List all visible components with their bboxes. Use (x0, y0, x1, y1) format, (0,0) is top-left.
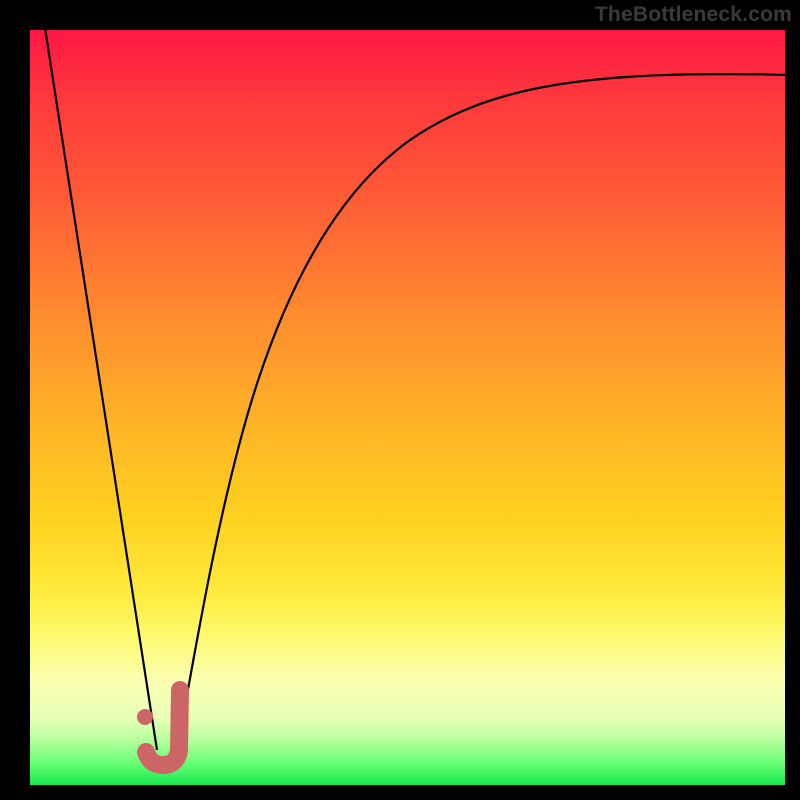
watermark-text: TheBottleneck.com (595, 3, 792, 27)
curve-left-falling (45, 28, 157, 750)
marker-j-stroke (146, 690, 180, 765)
curve-right-rising (175, 74, 790, 763)
chart-svg (30, 30, 785, 785)
chart-frame: TheBottleneck.com (0, 0, 800, 800)
marker-dot (137, 709, 153, 725)
